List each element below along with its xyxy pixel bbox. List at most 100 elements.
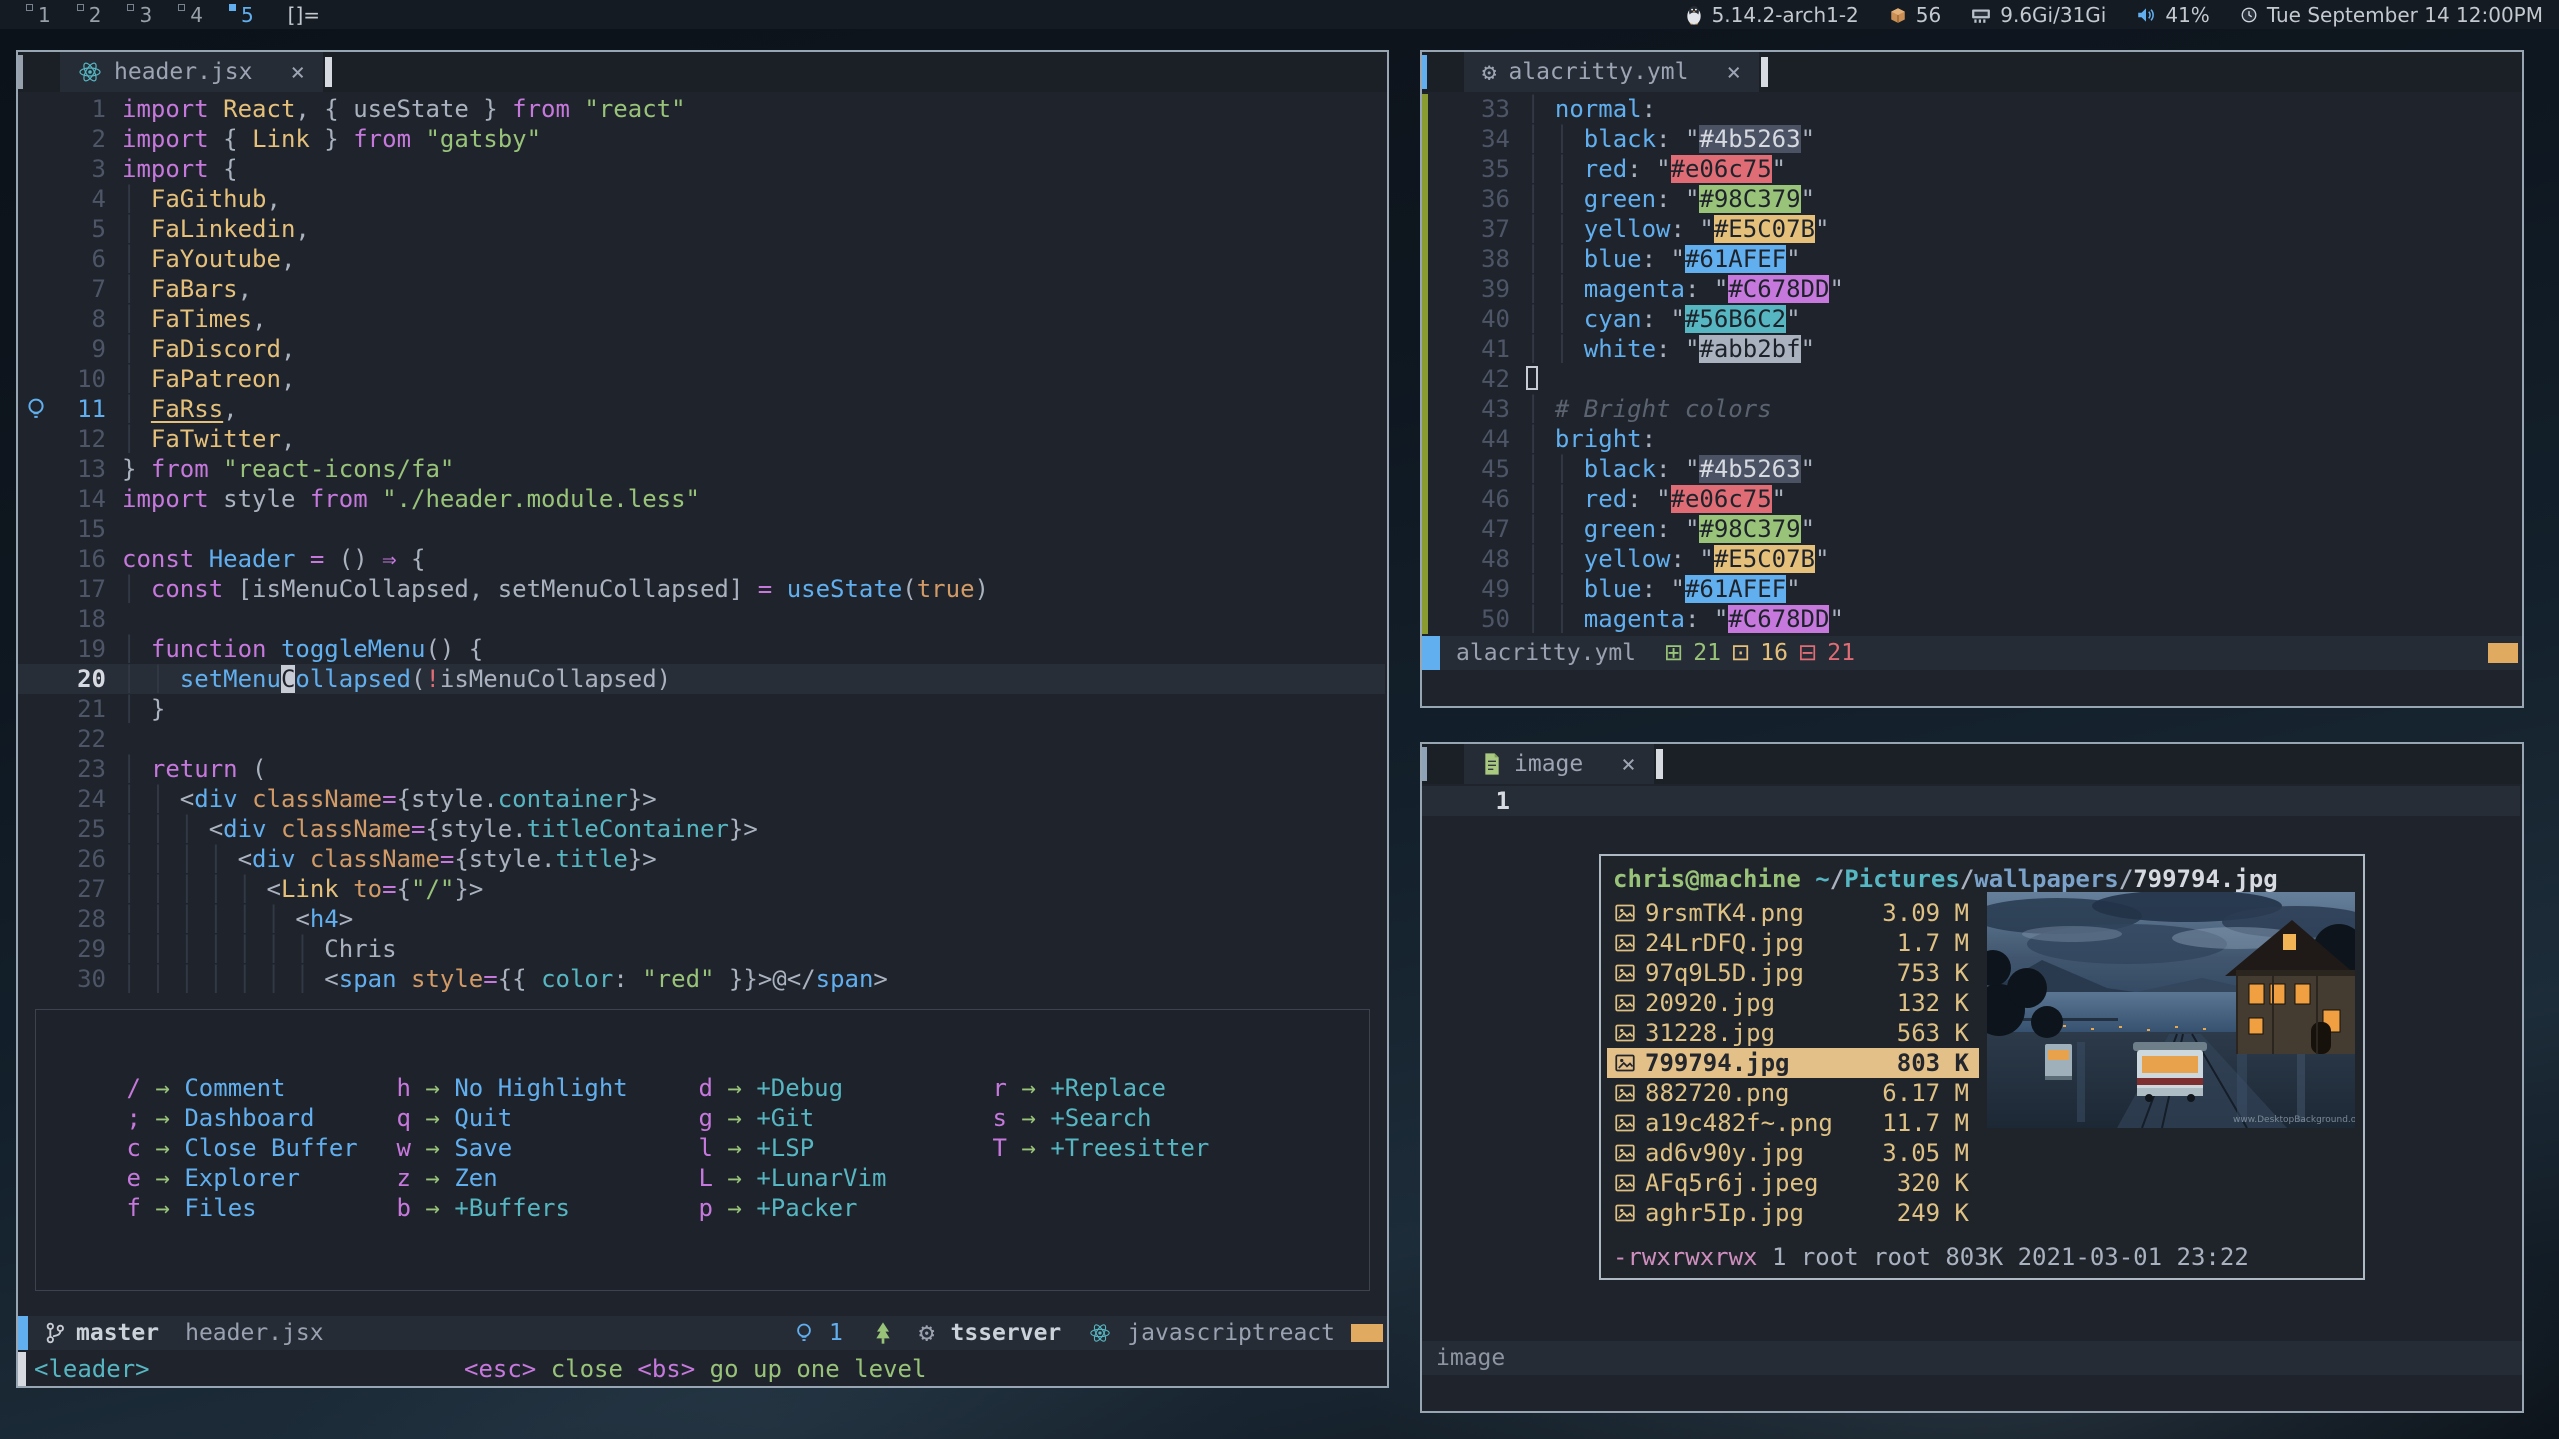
lsp-server[interactable]: tsserver [951,1320,1062,1346]
code-line-42[interactable]: 42 [1422,364,2520,394]
code-line-5[interactable]: 5│ FaLinkedin, [18,214,1385,244]
file-row-AFq5r6j.jpeg[interactable]: AFq5r6j.jpeg320 K [1607,1168,1979,1198]
file-row-24LrDFQ.jpg[interactable]: 24LrDFQ.jpg1.7 M [1607,928,1979,958]
whichkey-entry-w[interactable]: w → Save [395,1134,628,1164]
code-line-15[interactable]: 15 [18,514,1385,544]
code-line-37[interactable]: 37│ │ yellow: "#E5C07B" [1422,214,2520,244]
diagnostic-count[interactable]: 1 [829,1320,843,1346]
whichkey-entry-b[interactable]: b → +Buffers [395,1194,628,1224]
whichkey-entry-q[interactable]: q → Quit [395,1104,628,1134]
layout-symbol[interactable]: []= [288,3,320,27]
file-row-ad6v90y.jpg[interactable]: ad6v90y.jpg3.05 M [1607,1138,1979,1168]
code-line-43[interactable]: 43│ # Bright colors [1422,394,2520,424]
code-line-41[interactable]: 41│ │ white: "#abb2bf" [1422,334,2520,364]
command-line-top-right[interactable] [1422,672,2522,706]
whichkey-entry-s[interactable]: s → +Search [991,1104,1209,1134]
whichkey-entry-g[interactable]: g → +Git [697,1104,886,1134]
code-line-9[interactable]: 9│ FaDiscord, [18,334,1385,364]
whichkey-entry-l[interactable]: l → +LSP [697,1134,886,1164]
workspace-button-5[interactable]: 5 [229,3,254,27]
tab-image[interactable]: image × [1464,744,1654,784]
code-line-20[interactable]: 20│ │ setMenuCollapsed(!isMenuCollapsed) [18,664,1385,694]
code-line-4[interactable]: 4│ FaGithub, [18,184,1385,214]
close-icon[interactable]: × [1726,58,1740,86]
code-line-28[interactable]: 28│ │ │ │ │ │ <h4> [18,904,1385,934]
code-line-46[interactable]: 46│ │ red: "#e06c75" [1422,484,2520,514]
whichkey-entry-z[interactable]: z → Zen [395,1164,628,1194]
code-line-22[interactable]: 22 [18,724,1385,754]
code-line-34[interactable]: 34│ │ black: "#4b5263" [1422,124,2520,154]
code-line-7[interactable]: 7│ FaBars, [18,274,1385,304]
whichkey-entry-/[interactable]: / → Comment [125,1074,358,1104]
whichkey-entry-f[interactable]: f → Files [125,1194,358,1224]
code-line-26[interactable]: 26│ │ │ │ <div className={style.title}> [18,844,1385,874]
code-line-35[interactable]: 35│ │ red: "#e06c75" [1422,154,2520,184]
code-line-2[interactable]: 2import { Link } from "gatsby" [18,124,1385,154]
code-line-17[interactable]: 17│ const [isMenuCollapsed, setMenuColla… [18,574,1385,604]
code-line-13[interactable]: 13} from "react-icons/fa" [18,454,1385,484]
code-line-14[interactable]: 14import style from "./header.module.les… [18,484,1385,514]
code-line-49[interactable]: 49│ │ blue: "#61AFEF" [1422,574,2520,604]
file-row-97q9L5D.jpg[interactable]: 97q9L5D.jpg753 K [1607,958,1979,988]
workspace-button-3[interactable]: 3 [127,3,152,27]
tab-alacritty-yml[interactable]: ⚙ alacritty.yml × [1464,52,1759,92]
close-icon[interactable]: × [290,58,304,86]
file-row-a19c482f~.png[interactable]: a19c482f~.png11.7 M [1607,1108,1979,1138]
whichkey-entry-c[interactable]: c → Close Buffer [125,1134,358,1164]
whichkey-entry-p[interactable]: p → +Packer [697,1194,886,1224]
code-line-12[interactable]: 12│ FaTwitter, [18,424,1385,454]
code-line-36[interactable]: 36│ │ green: "#98C379" [1422,184,2520,214]
code-line-6[interactable]: 6│ FaYoutube, [18,244,1385,274]
file-row-31228.jpg[interactable]: 31228.jpg563 K [1607,1018,1979,1048]
whichkey-entry-;[interactable]: ; → Dashboard [125,1104,358,1134]
whichkey-entry-L[interactable]: L → +LunarVim [697,1164,886,1194]
whichkey-entry-T[interactable]: T → +Treesitter [991,1134,1209,1164]
workspace-button-2[interactable]: 2 [77,3,102,27]
file-row-799794.jpg[interactable]: 799794.jpg803 K [1607,1048,1979,1078]
workspace-button-1[interactable]: 1 [26,3,51,27]
code-line-40[interactable]: 40│ │ cyan: "#56B6C2" [1422,304,2520,334]
code-line-45[interactable]: 45│ │ black: "#4b5263" [1422,454,2520,484]
sign-column [18,814,54,844]
code-line-38[interactable]: 38│ │ blue: "#61AFEF" [1422,244,2520,274]
code-line-50[interactable]: 50│ │ magenta: "#C678DD" [1422,604,2520,634]
code-line-33[interactable]: 33│ normal: [1422,94,2520,124]
whichkey-entry-e[interactable]: e → Explorer [125,1164,358,1194]
code-line-25[interactable]: 25│ │ │ <div className={style.titleConta… [18,814,1385,844]
file-row-20920.jpg[interactable]: 20920.jpg132 K [1607,988,1979,1018]
whichkey-entry-d[interactable]: d → +Debug [697,1074,886,1104]
workspace-button-4[interactable]: 4 [178,3,203,27]
code-line-11[interactable]: 11│ FaRss, [18,394,1385,424]
file-row-882720.png[interactable]: 882720.png6.17 M [1607,1078,1979,1108]
code-line-16[interactable]: 16const Header = () ⇒ { [18,544,1385,574]
workspace-indicator [77,4,84,11]
buffer-line-1[interactable]: 1 [1422,786,2520,816]
code-line-21[interactable]: 21│ } [18,694,1385,724]
git-branch[interactable]: master [76,1320,159,1346]
file-row-9rsmTK4.png[interactable]: 9rsmTK4.png3.09 M [1607,898,1979,928]
code-line-3[interactable]: 3import { [18,154,1385,184]
code-line-1[interactable]: 1import React, { useState } from "react" [18,94,1385,124]
token [411,125,425,153]
file-row-aghr5Ip.jpg[interactable]: aghr5Ip.jpg249 K [1607,1198,1979,1228]
code-line-39[interactable]: 39│ │ magenta: "#C678DD" [1422,274,2520,304]
whichkey-entry-h[interactable]: h → No Highlight [395,1074,628,1104]
whichkey-entry-r[interactable]: r → +Replace [991,1074,1209,1104]
command-line[interactable]: <leader> <esc> close <bs> go up one leve… [18,1352,1387,1386]
lightbulb-sign[interactable] [18,394,54,424]
code-line-27[interactable]: 27│ │ │ │ │ <Link to={"/"}> [18,874,1385,904]
tab-header-jsx[interactable]: header.jsx × [60,52,323,92]
code-line-48[interactable]: 48│ │ yellow: "#E5C07B" [1422,544,2520,574]
code-line-8[interactable]: 8│ FaTimes, [18,304,1385,334]
code-line-19[interactable]: 19│ function toggleMenu() { [18,634,1385,664]
code-line-44[interactable]: 44│ bright: [1422,424,2520,454]
code-line-47[interactable]: 47│ │ green: "#98C379" [1422,514,2520,544]
code-line-18[interactable]: 18 [18,604,1385,634]
code-line-23[interactable]: 23│ return ( [18,754,1385,784]
code-line-30[interactable]: 30│ │ │ │ │ │ │ <span style={{ color: "r… [18,964,1385,994]
close-icon[interactable]: × [1621,750,1635,778]
command-line-bottom-right[interactable] [1422,1377,2522,1411]
code-line-29[interactable]: 29│ │ │ │ │ │ │ Chris [18,934,1385,964]
code-line-24[interactable]: 24│ │ <div className={style.container}> [18,784,1385,814]
code-line-10[interactable]: 10│ FaPatreon, [18,364,1385,394]
